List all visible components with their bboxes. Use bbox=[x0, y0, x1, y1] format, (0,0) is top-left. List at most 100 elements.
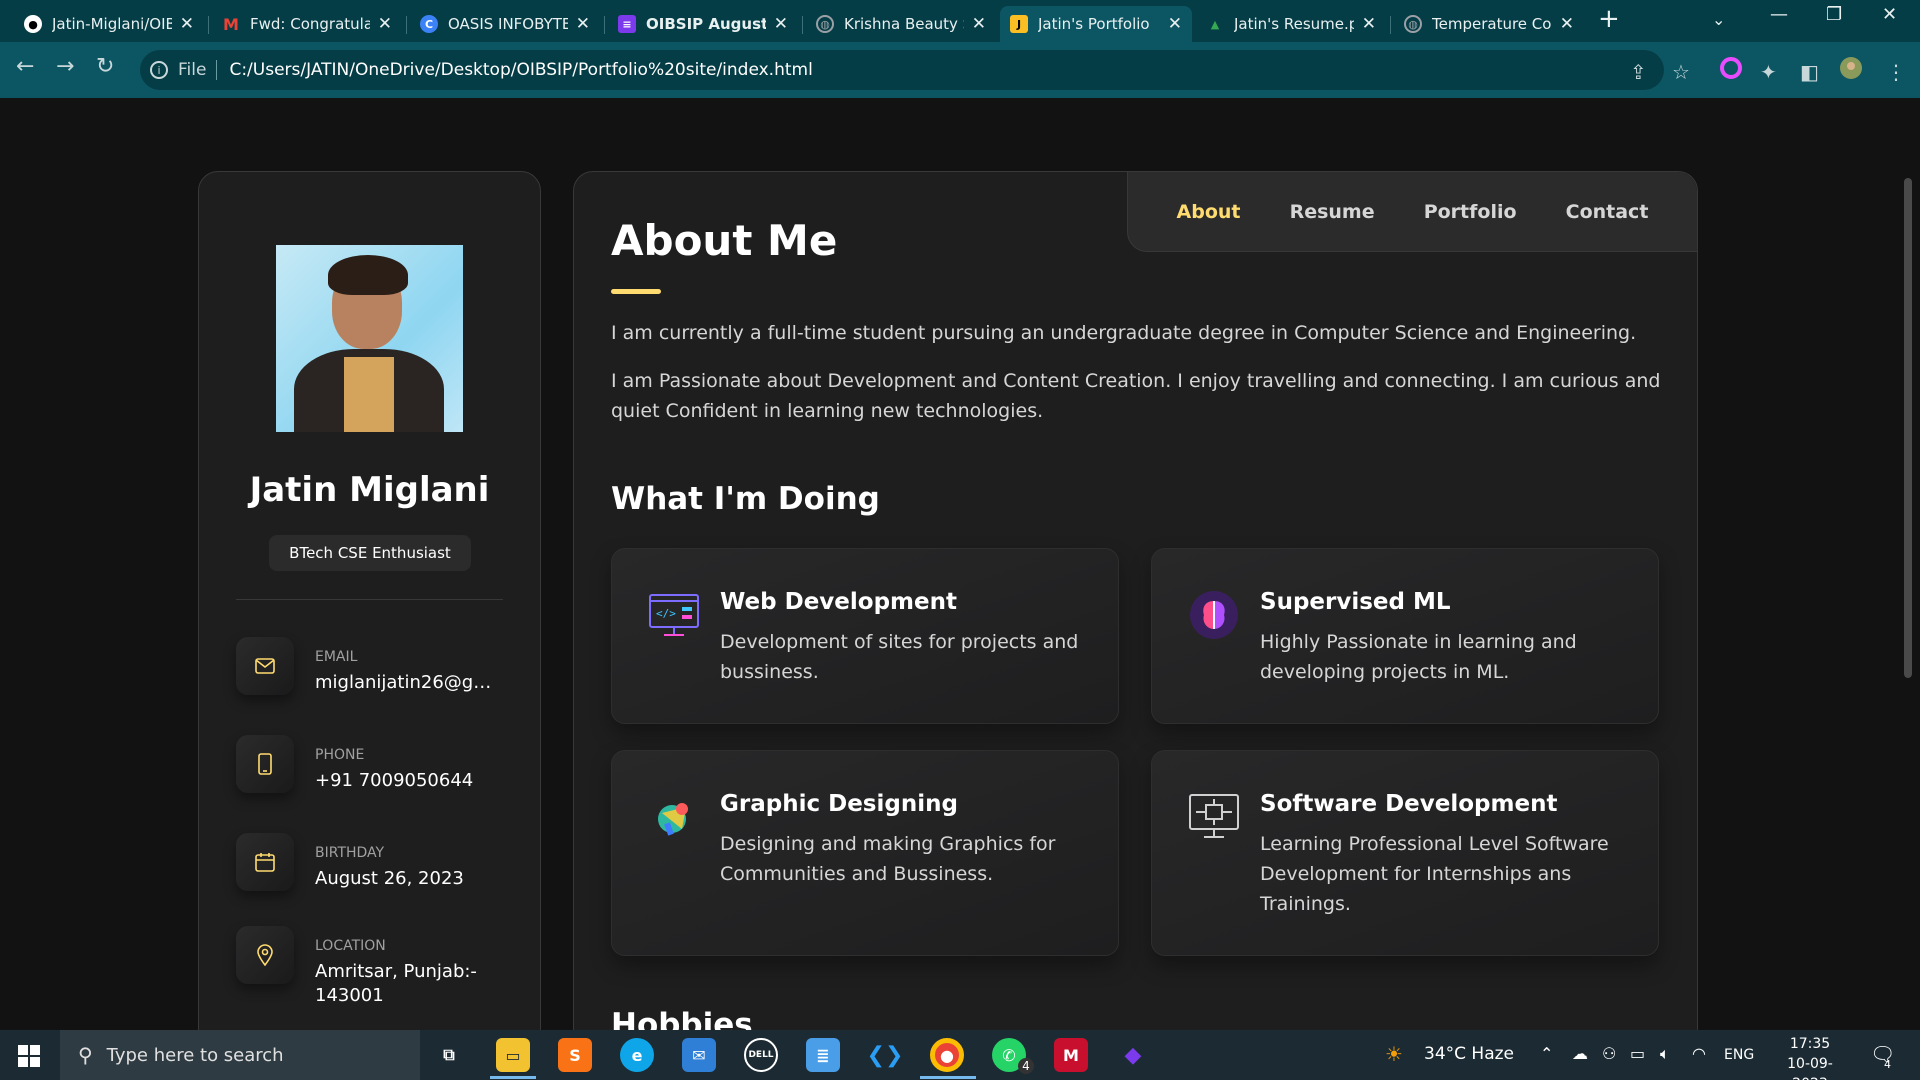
service-card-web-development: </> Web Development Development of sites… bbox=[611, 548, 1119, 724]
page-scrollbar[interactable] bbox=[1904, 178, 1912, 678]
battery-icon[interactable]: ▭ bbox=[1630, 1044, 1645, 1063]
extensions-puzzle-icon[interactable]: ✦ bbox=[1760, 60, 1777, 84]
mail-app-icon[interactable]: ✉ bbox=[682, 1038, 716, 1072]
file-explorer-icon[interactable]: ▭ bbox=[496, 1038, 530, 1072]
location-value: Amritsar, Punjab:- 143001 bbox=[315, 961, 477, 1006]
back-icon[interactable]: ← bbox=[16, 54, 34, 79]
tab-portfolio[interactable]: J Jatin's Portfolio ✕ bbox=[1000, 6, 1192, 42]
hobbies-heading: Hobbies bbox=[611, 1007, 753, 1030]
web-dev-icon: </> bbox=[649, 594, 699, 636]
tab-title: Fwd: Congratulati bbox=[250, 15, 370, 33]
nav-resume[interactable]: Resume bbox=[1290, 201, 1375, 223]
search-icon: ⚲ bbox=[78, 1043, 93, 1067]
svg-text:</>: </> bbox=[656, 607, 676, 620]
notification-center-icon[interactable]: 🗨︎ bbox=[1870, 1042, 1895, 1066]
service-card-graphic-designing: Graphic Designing Designing and making G… bbox=[611, 750, 1119, 956]
profile-sidebar: Jatin Miglani BTech CSE Enthusiast EMAIL… bbox=[198, 171, 541, 1030]
side-panel-icon[interactable]: ◧ bbox=[1800, 60, 1819, 84]
device-icon[interactable]: ⚇ bbox=[1602, 1044, 1616, 1063]
sublime-text-icon[interactable]: S bbox=[558, 1038, 592, 1072]
phone-link[interactable]: +91 7009050644 bbox=[315, 769, 505, 793]
close-window-button[interactable]: ✕ bbox=[1882, 4, 1897, 25]
close-icon[interactable]: ✕ bbox=[576, 14, 590, 34]
calendar-icon bbox=[236, 833, 294, 891]
close-icon[interactable]: ✕ bbox=[1560, 14, 1574, 34]
tab-resume[interactable]: ▲ Jatin's Resume.pd ✕ bbox=[1196, 6, 1386, 42]
address-bar[interactable]: i File C:/Users/JATIN/OneDrive/Desktop/O… bbox=[140, 50, 1664, 90]
share-icon[interactable]: ⇪ bbox=[1630, 60, 1647, 84]
task-view-icon[interactable]: ⧉ bbox=[432, 1038, 466, 1072]
contact-phone: PHONE +91 7009050644 bbox=[236, 735, 506, 805]
tab-title: Jatin-Miglani/OIB bbox=[52, 15, 172, 33]
taskbar-search-box[interactable]: ⚲ Type here to search bbox=[60, 1030, 420, 1080]
divider bbox=[236, 599, 503, 600]
nav-portfolio[interactable]: Portfolio bbox=[1424, 201, 1517, 223]
onedrive-icon[interactable]: ☁ bbox=[1572, 1044, 1588, 1063]
tab-title: OIBSIP August- P bbox=[646, 15, 766, 33]
notepad-icon[interactable]: ≣ bbox=[806, 1038, 840, 1072]
clock-date: 10-09-2023 bbox=[1787, 1056, 1833, 1080]
contact-label: PHONE bbox=[315, 747, 365, 763]
services-heading: What I'm Doing bbox=[611, 481, 880, 517]
tab-search-icon[interactable]: ⌄ bbox=[1712, 10, 1725, 29]
search-placeholder: Type here to search bbox=[106, 1044, 284, 1066]
globe-icon: ◍ bbox=[1404, 15, 1422, 33]
nav-about[interactable]: About bbox=[1177, 201, 1241, 223]
mcafee-icon[interactable]: M bbox=[1054, 1038, 1088, 1072]
dell-icon[interactable]: DELL bbox=[744, 1038, 778, 1072]
extension-colorful-icon[interactable] bbox=[1720, 57, 1742, 79]
contact-label: LOCATION bbox=[315, 938, 386, 954]
page-viewport: Jatin Miglani BTech CSE Enthusiast EMAIL… bbox=[0, 98, 1920, 1030]
edge-icon[interactable]: e bbox=[620, 1038, 654, 1072]
email-link[interactable]: miglanijatin26@gm... bbox=[315, 671, 505, 695]
nav-contact[interactable]: Contact bbox=[1566, 201, 1649, 223]
tab-github[interactable]: ● Jatin-Miglani/OIB ✕ bbox=[14, 6, 204, 42]
profile-avatar[interactable] bbox=[1840, 57, 1862, 79]
birthday-value: August 26, 2023 bbox=[315, 868, 464, 889]
close-icon[interactable]: ✕ bbox=[1362, 14, 1376, 34]
weather-icon[interactable]: ☀ bbox=[1385, 1042, 1403, 1066]
git-client-icon[interactable]: ◆ bbox=[1116, 1038, 1150, 1072]
tab-temperature[interactable]: ◍ Temperature Con ✕ bbox=[1394, 6, 1584, 42]
tab-title: Krishna Beauty Sa bbox=[844, 15, 964, 33]
tab-krishna-beauty[interactable]: ◍ Krishna Beauty Sa ✕ bbox=[806, 6, 996, 42]
tab-title: Jatin's Resume.pd bbox=[1234, 15, 1354, 33]
vscode-icon[interactable]: ❮❯ bbox=[867, 1038, 904, 1072]
bookmark-star-icon[interactable]: ☆ bbox=[1672, 60, 1690, 84]
close-icon[interactable]: ✕ bbox=[180, 14, 194, 34]
windows-start-icon[interactable] bbox=[18, 1045, 40, 1067]
github-icon: ● bbox=[24, 15, 42, 33]
show-hidden-icons-icon[interactable]: ⌃ bbox=[1540, 1044, 1553, 1063]
weather-text[interactable]: 34°C Haze bbox=[1424, 1044, 1514, 1064]
close-icon[interactable]: ✕ bbox=[378, 14, 392, 34]
restore-button[interactable]: ❐ bbox=[1826, 4, 1842, 25]
tab-gmail[interactable]: M Fwd: Congratulati ✕ bbox=[212, 6, 402, 42]
tab-oasis[interactable]: C OASIS INFOBYTE ✕ bbox=[410, 6, 600, 42]
reload-icon[interactable]: ↻ bbox=[96, 54, 114, 79]
info-icon[interactable]: i bbox=[150, 61, 168, 79]
wifi-icon[interactable]: ◠ bbox=[1692, 1044, 1706, 1063]
close-icon[interactable]: ✕ bbox=[1168, 14, 1182, 34]
service-text: Highly Passionate in learning and develo… bbox=[1260, 631, 1577, 683]
url-text[interactable]: C:/Users/JATIN/OneDrive/Desktop/OIBSIP/P… bbox=[229, 60, 812, 80]
contact-label: BIRTHDAY bbox=[315, 845, 385, 861]
tab-title: Jatin's Portfolio bbox=[1038, 15, 1150, 33]
new-tab-button[interactable]: + bbox=[1598, 4, 1620, 34]
notification-badge: 4 bbox=[1884, 1058, 1891, 1071]
menu-kebab-icon[interactable]: ⋮ bbox=[1886, 60, 1906, 84]
system-clock[interactable]: 17:35 10-09-2023 bbox=[1770, 1034, 1850, 1080]
ml-brain-icon bbox=[1190, 591, 1238, 639]
tab-separator bbox=[1390, 16, 1391, 34]
close-icon[interactable]: ✕ bbox=[972, 14, 986, 34]
volume-icon[interactable]: 🔈︎ bbox=[1660, 1044, 1670, 1064]
minimize-button[interactable]: — bbox=[1770, 4, 1788, 25]
main-navbar: About Resume Portfolio Contact bbox=[1127, 172, 1697, 252]
forward-icon[interactable]: → bbox=[56, 54, 74, 79]
chrome-icon[interactable]: ● bbox=[930, 1038, 964, 1072]
page-title: About Me bbox=[611, 216, 838, 265]
service-text: Development of sites for projects and bu… bbox=[720, 631, 1079, 683]
tab-oibsip-form[interactable]: ≡ OIBSIP August- P ✕ bbox=[608, 6, 798, 42]
close-icon[interactable]: ✕ bbox=[774, 14, 788, 34]
language-indicator[interactable]: ENG bbox=[1724, 1047, 1754, 1063]
canva-icon: C bbox=[420, 15, 438, 33]
